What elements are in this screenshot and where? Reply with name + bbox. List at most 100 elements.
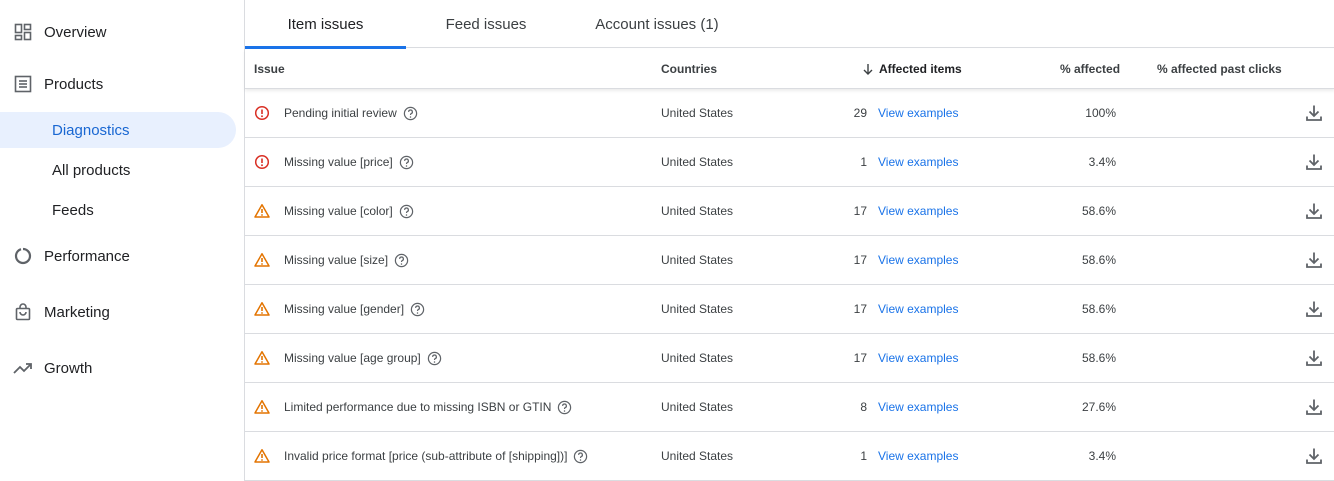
country-cell: United States: [661, 155, 734, 169]
pct-affected: 58.6%: [1081, 204, 1116, 218]
issue-cell: Missing value [size]: [284, 236, 409, 284]
trending-up-icon: [13, 358, 33, 378]
issue-title: Missing value [size]: [284, 253, 389, 267]
help-icon[interactable]: [399, 204, 414, 219]
issue-title: Limited performance due to missing ISBN …: [284, 400, 552, 414]
sidebar-item-diagnostics[interactable]: Diagnostics: [0, 112, 236, 148]
affected-count: 17: [853, 302, 867, 316]
warning-icon: [254, 449, 270, 463]
issue-cell: Missing value [gender]: [284, 285, 425, 333]
error-icon: [254, 105, 270, 121]
view-examples-link[interactable]: View examples: [878, 89, 958, 137]
help-icon[interactable]: [557, 400, 572, 415]
view-examples-link[interactable]: View examples: [878, 138, 958, 186]
warning-icon: [254, 204, 270, 218]
sidebar-item-products[interactable]: Products: [0, 66, 244, 102]
tab-account-issues[interactable]: Account issues (1): [566, 0, 748, 48]
pct-affected: 58.6%: [1081, 253, 1116, 267]
sidebar-item-label: Performance: [44, 247, 130, 265]
tab-bar: Item issues Feed issues Account issues (…: [245, 0, 1334, 49]
tab-label: Item issues: [287, 15, 364, 33]
list-icon: [13, 74, 33, 94]
sidebar-item-overview[interactable]: Overview: [0, 14, 244, 50]
download-icon[interactable]: [1304, 250, 1324, 270]
download-icon[interactable]: [1304, 446, 1324, 466]
tab-feed-issues[interactable]: Feed issues: [406, 0, 566, 48]
warning-icon: [254, 253, 270, 267]
affected-count: 8: [860, 400, 867, 414]
sidebar-item-growth[interactable]: Growth: [0, 350, 244, 386]
download-icon[interactable]: [1304, 201, 1324, 221]
table-header: Issue Countries Affected items % affecte…: [245, 49, 1334, 89]
country-cell: United States: [661, 253, 734, 267]
table-row: Missing value [age group] United States 17…: [245, 334, 1334, 383]
sort-descending-icon: [863, 64, 873, 75]
column-header-affected-items[interactable]: Affected items: [861, 49, 962, 89]
view-examples-link[interactable]: View examples: [878, 334, 958, 382]
issue-cell: Pending initial review: [284, 89, 418, 137]
sidebar-item-label: Overview: [44, 23, 107, 41]
issue-title: Missing value [gender]: [284, 302, 405, 316]
sidebar-item-performance[interactable]: Performance: [0, 238, 244, 274]
country-cell: United States: [661, 204, 734, 218]
help-icon[interactable]: [399, 155, 414, 170]
help-icon[interactable]: [394, 253, 409, 268]
table-row: Invalid price format [price (sub-attribu…: [245, 432, 1334, 481]
download-icon[interactable]: [1304, 299, 1324, 319]
column-header-pct-past-clicks[interactable]: % affected past clicks: [1157, 49, 1282, 89]
pct-affected: 58.6%: [1081, 302, 1116, 316]
download-icon[interactable]: [1304, 348, 1324, 368]
download-icon[interactable]: [1304, 152, 1324, 172]
sidebar-item-feeds[interactable]: Feeds: [0, 192, 244, 228]
sidebar-item-label: Feeds: [52, 201, 94, 219]
affected-count: 17: [853, 253, 867, 267]
view-examples-link[interactable]: View examples: [878, 432, 958, 480]
warning-icon: [254, 302, 270, 316]
view-examples-link[interactable]: View examples: [878, 236, 958, 284]
table-row: Missing value [price] United States 1 View …: [245, 138, 1334, 187]
table-row: Limited performance due to missing ISBN …: [245, 383, 1334, 432]
affected-count: 17: [853, 204, 867, 218]
sidebar-item-all-products[interactable]: All products: [0, 152, 244, 188]
dashboard-icon: [13, 22, 33, 42]
affected-count: 17: [853, 351, 867, 365]
issue-cell: Missing value [age group]: [284, 334, 442, 382]
tab-label: Feed issues: [445, 15, 527, 33]
download-icon[interactable]: [1304, 397, 1324, 417]
column-header-issue: Issue: [254, 62, 285, 76]
table-row: Pending initial review United States 29 Vie…: [245, 89, 1334, 138]
country-cell: United States: [661, 400, 734, 414]
issue-title: Missing value [age group]: [284, 351, 421, 365]
issue-cell: Limited performance due to missing ISBN …: [284, 383, 572, 431]
country-cell: United States: [661, 302, 734, 316]
column-header-pct-affected[interactable]: % affected: [1060, 49, 1120, 89]
help-icon[interactable]: [410, 302, 425, 317]
main-content: Item issues Feed issues Account issues (…: [244, 0, 1334, 481]
sidebar-item-label: Growth: [44, 359, 93, 377]
sidebar-item-label: Marketing: [44, 303, 110, 321]
help-icon[interactable]: [403, 106, 418, 121]
sidebar-item-label: Products: [44, 75, 104, 93]
issue-title: Missing value [color]: [284, 204, 393, 218]
affected-count: 29: [853, 106, 867, 120]
help-icon[interactable]: [573, 449, 588, 464]
pct-affected: 27.6%: [1081, 400, 1116, 414]
pct-affected: 3.4%: [1088, 449, 1116, 463]
table-row: Missing value [size] United States 17 View …: [245, 236, 1334, 285]
country-cell: United States: [661, 449, 734, 463]
view-examples-link[interactable]: View examples: [878, 187, 958, 235]
column-header-countries[interactable]: Countries: [661, 49, 717, 89]
download-icon[interactable]: [1304, 103, 1324, 123]
sidebar-item-marketing[interactable]: Marketing: [0, 294, 244, 330]
issue-cell: Missing value [color]: [284, 187, 414, 235]
affected-count: 1: [860, 449, 867, 463]
sidebar: Overview Products Diagnostics All produc…: [0, 0, 244, 481]
view-examples-link[interactable]: View examples: [878, 285, 958, 333]
tab-item-issues[interactable]: Item issues: [245, 0, 406, 49]
pct-affected: 100%: [1085, 106, 1116, 120]
issue-title: Missing value [price]: [284, 155, 393, 169]
help-icon[interactable]: [427, 351, 442, 366]
view-examples-link[interactable]: View examples: [878, 383, 958, 431]
issue-title: Pending initial review: [284, 106, 397, 120]
issue-cell: Invalid price format [price (sub-attribu…: [284, 432, 588, 480]
